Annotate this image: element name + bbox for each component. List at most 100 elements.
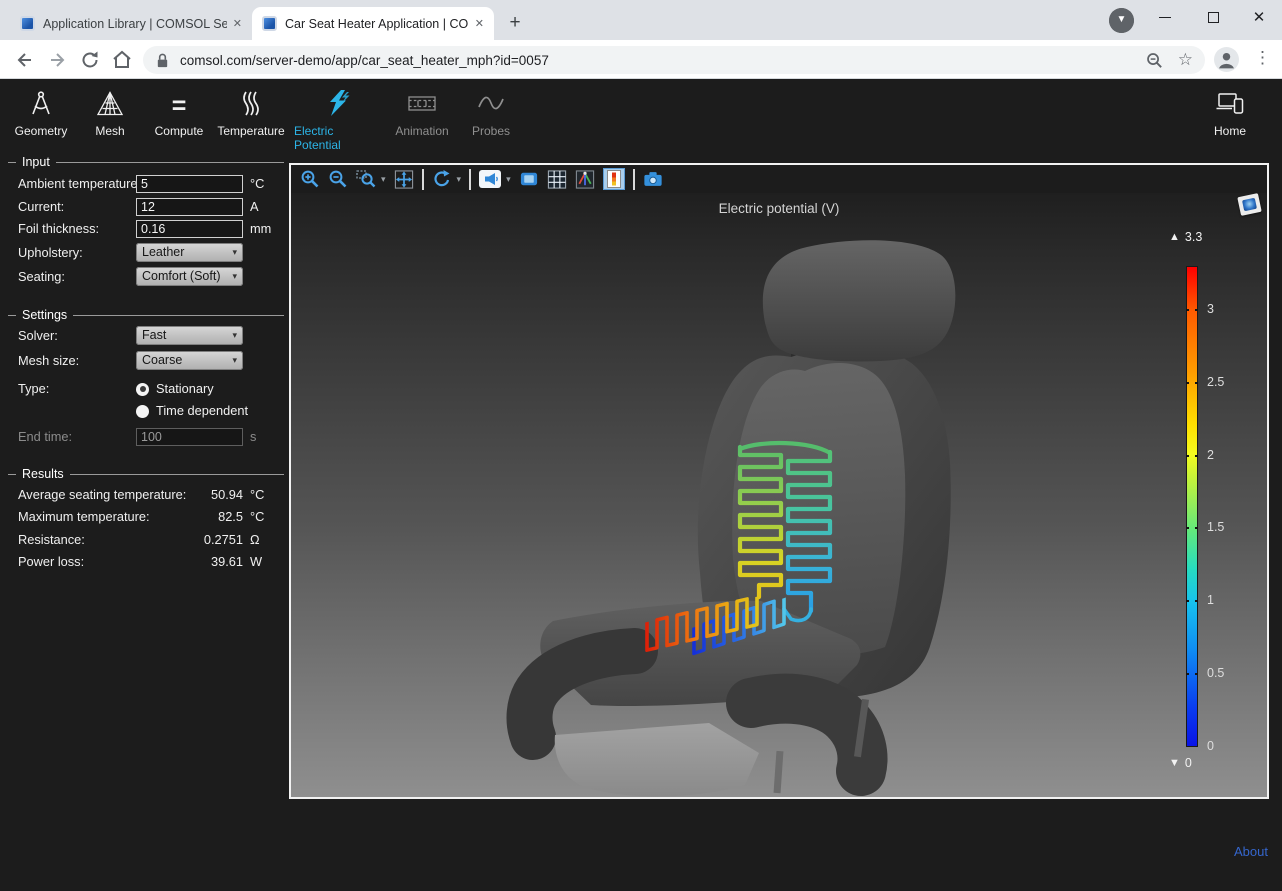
scene-light-icon[interactable] [479, 170, 501, 188]
zoom-in-icon[interactable] [300, 169, 320, 189]
comsol-app: Geometry Mesh = Compute Temperature Elec… [0, 79, 1282, 890]
chevron-down-icon: ▾ [232, 351, 237, 370]
colorbar-max-marker: ▲ 3.3 [1169, 230, 1202, 244]
ribbon-label: Animation [395, 124, 448, 138]
current-input[interactable] [136, 198, 243, 216]
radio-time-dependent[interactable]: Time dependent [136, 401, 248, 421]
update-chrome-icon[interactable]: ▼ [1109, 8, 1134, 33]
type-row-2: Time dependent [18, 401, 280, 421]
field-label: Foil thickness: [18, 219, 99, 239]
colorbar-tick-label: 2 [1207, 448, 1214, 462]
field-label: Current: [18, 197, 64, 217]
chevron-down-icon[interactable]: ▾ [381, 174, 386, 185]
seating-select[interactable]: Comfort (Soft) ▾ [136, 267, 243, 286]
zoom-box-icon[interactable] [356, 169, 376, 189]
current-row: Current: A [18, 197, 280, 217]
tab-title: Car Seat Heater Application | CO [285, 17, 469, 31]
ribbon-button-temperature[interactable]: Temperature [207, 90, 295, 138]
ribbon-button-home[interactable]: Home [1186, 90, 1274, 138]
colorbar-min-marker: ▼ 0 [1169, 756, 1192, 770]
browser-tab-application-library[interactable]: Application Library | COMSOL Se ✕ [10, 7, 252, 40]
toolbar-separator [633, 169, 635, 190]
colorbar-tick-label: 3 [1207, 302, 1214, 316]
result-label: Power loss: [18, 552, 84, 572]
forward-icon[interactable] [46, 48, 70, 72]
front-bolster [751, 699, 863, 771]
comsol-favicon [20, 16, 35, 31]
ribbon-label: Home [1214, 124, 1246, 138]
address-bar: comsol.com/server-demo/app/car_seat_heat… [0, 40, 1282, 79]
result-label: Resistance: [18, 530, 85, 550]
ribbon-label: Geometry [15, 124, 68, 138]
solver-select[interactable]: Fast ▾ [136, 326, 243, 345]
geometry-icon [27, 90, 55, 117]
field-label: Solver: [18, 326, 58, 346]
window-minimize-button[interactable] [1142, 0, 1188, 34]
toolbar-separator [469, 169, 471, 190]
color-legend-icon[interactable] [603, 168, 625, 190]
field-label: Type: [18, 379, 49, 399]
chevron-down-icon[interactable]: ▾ [506, 174, 511, 185]
film-strip-icon [407, 90, 437, 117]
browser-tab-car-seat-heater[interactable]: Car Seat Heater Application | CO ✕ [252, 7, 494, 40]
lock-icon [155, 52, 170, 69]
new-tab-button[interactable]: + [502, 10, 528, 36]
mesh-icon [96, 90, 124, 117]
profile-avatar[interactable] [1214, 47, 1239, 72]
graphics-canvas[interactable]: Electric potential (V) ▲ 3.3 3 2.5 2 1.5… [291, 193, 1267, 797]
about-link[interactable]: About [1234, 844, 1268, 859]
colorbar-tick [1186, 382, 1198, 384]
transparency-icon[interactable] [519, 169, 539, 189]
field-label: End time: [18, 427, 72, 447]
url-field[interactable]: comsol.com/server-demo/app/car_seat_heat… [143, 46, 1205, 74]
radio-selected-icon [136, 383, 149, 396]
mesh-size-row: Mesh size: Coarse ▾ [18, 351, 280, 371]
window-close-button[interactable]: ✕ [1236, 0, 1282, 34]
window-maximize-button[interactable] [1190, 0, 1236, 34]
axes-orientation-icon[interactable] [575, 169, 595, 189]
tab-title: Application Library | COMSOL Se [43, 17, 227, 31]
lightning-bolt-icon [324, 90, 352, 117]
selected-value: Leather [142, 245, 184, 259]
colorbar-tick-label: 2.5 [1207, 375, 1224, 389]
comsol-favicon [262, 16, 277, 31]
unit-label: Ω [250, 530, 260, 550]
end-time-input [136, 428, 243, 446]
unit-label: A [250, 197, 259, 217]
section-settings: Settings [8, 308, 284, 322]
ambient-temperature-input[interactable] [136, 175, 243, 193]
type-row: Type: Stationary [18, 379, 280, 399]
browser-menu-icon[interactable]: ⋮ [1254, 48, 1271, 68]
zoom-out-icon[interactable] [328, 169, 348, 189]
foil-thickness-input[interactable] [136, 220, 243, 238]
chevron-down-icon[interactable]: ▾ [457, 174, 462, 185]
selected-value: Fast [142, 328, 166, 342]
ribbon-button-probes[interactable]: Probes [447, 90, 535, 138]
result-row-power-loss: Power loss: 39.61 W [18, 552, 280, 572]
selected-value: Coarse [142, 353, 182, 367]
unit-label: s [250, 427, 256, 447]
bookmark-star-icon[interactable]: ☆ [1178, 50, 1193, 70]
back-icon[interactable] [12, 48, 36, 72]
car-seat-3d-view[interactable] [291, 193, 1267, 797]
ribbon-label: Compute [155, 124, 204, 138]
reload-icon[interactable] [78, 48, 102, 72]
reset-view-icon[interactable] [432, 169, 452, 189]
field-label: Upholstery: [18, 243, 83, 263]
section-input: Input [8, 155, 284, 169]
zoom-page-icon[interactable] [1145, 51, 1164, 70]
home-icon[interactable] [110, 48, 134, 72]
radio-stationary[interactable]: Stationary [136, 379, 214, 399]
upholstery-row: Upholstery: Leather ▾ [18, 243, 280, 263]
grid-icon[interactable] [547, 169, 567, 189]
upholstery-select[interactable]: Leather ▾ [136, 243, 243, 262]
foil-thickness-row: Foil thickness: mm [18, 219, 280, 239]
colorbar-tick-label: 0 [1207, 739, 1214, 753]
mesh-size-select[interactable]: Coarse ▾ [136, 351, 243, 370]
zoom-extents-icon[interactable] [394, 169, 414, 189]
tab-close-icon[interactable]: ✕ [475, 17, 484, 30]
headrest [763, 240, 956, 361]
ribbon-button-electric-potential[interactable]: Electric Potential [294, 90, 382, 152]
screenshot-camera-icon[interactable] [643, 169, 663, 189]
tab-close-icon[interactable]: ✕ [233, 17, 242, 30]
